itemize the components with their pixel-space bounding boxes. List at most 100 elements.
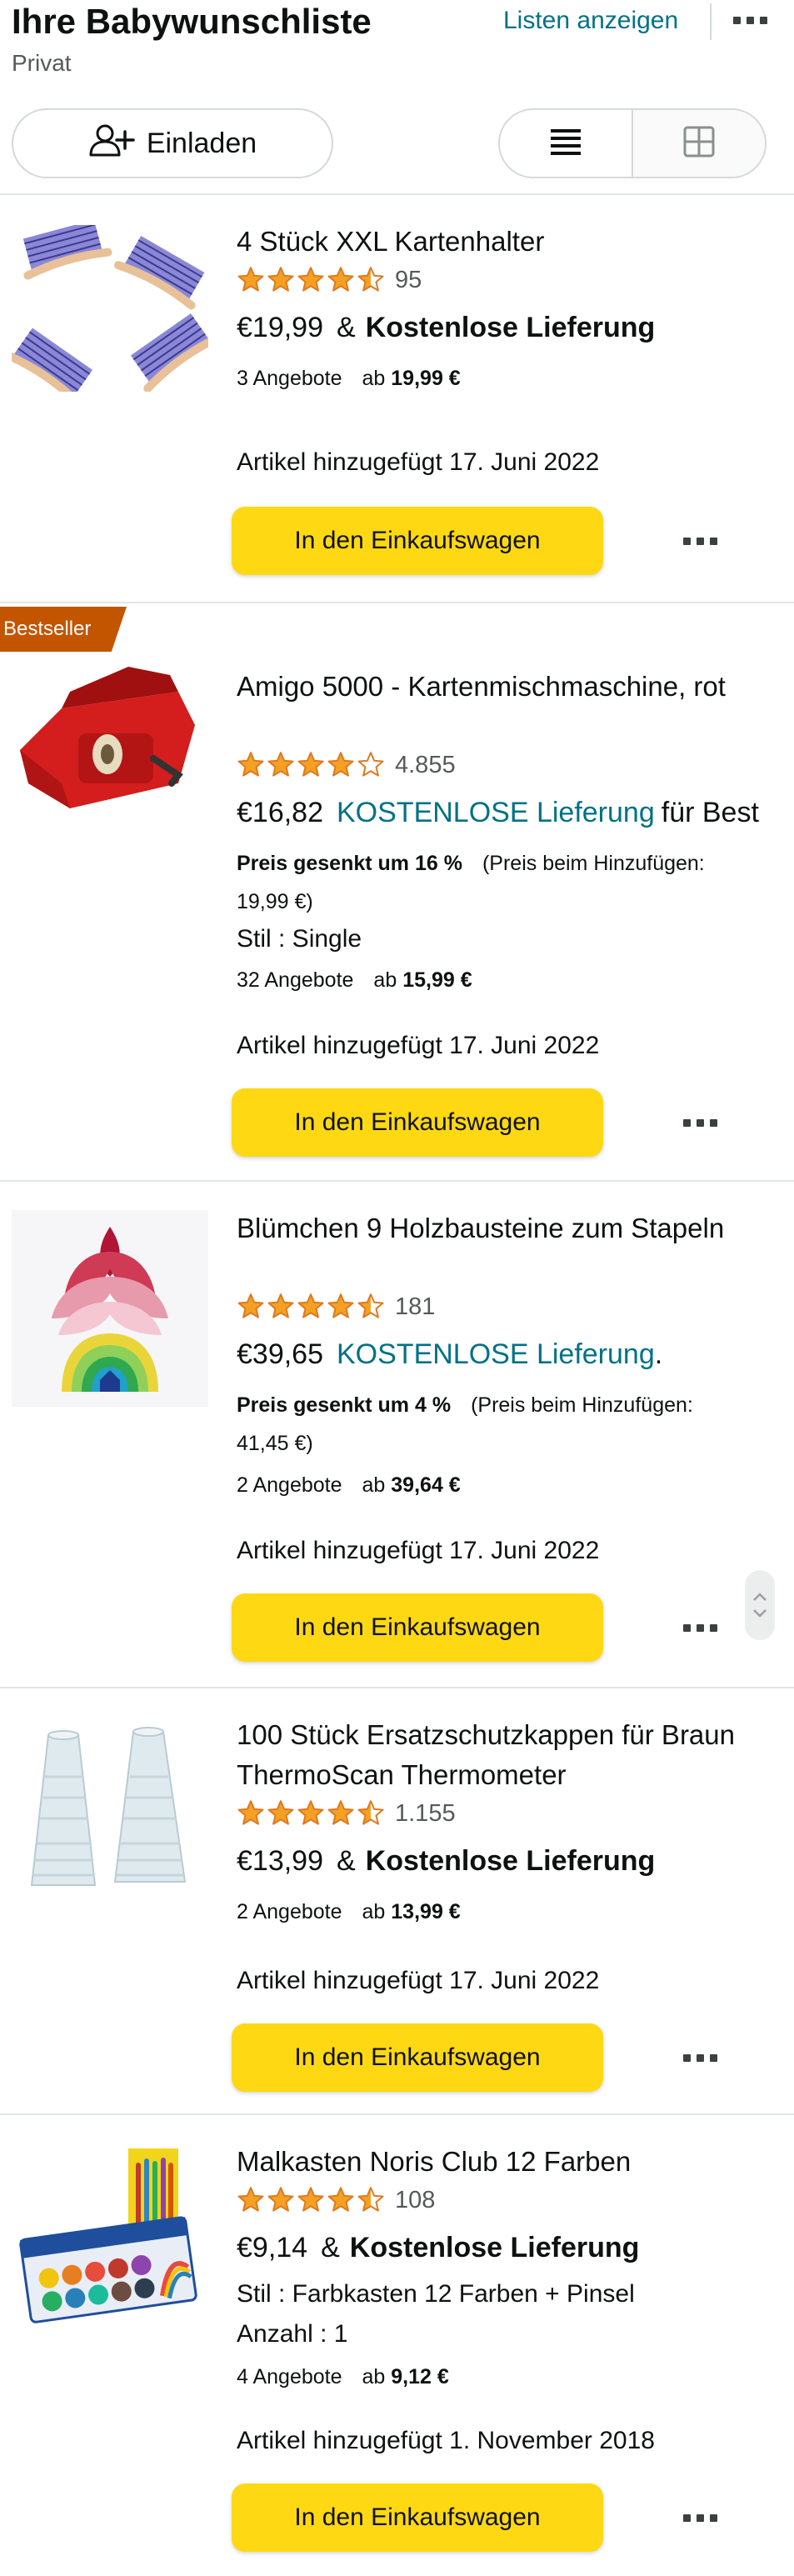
product-title-link[interactable]: Malkasten Noris Club 12 Farben: [237, 2142, 787, 2182]
product-title-link[interactable]: Blümchen 9 Holzbausteine zum Stapeln: [237, 1208, 787, 1248]
price-at-add: (Preis beim Hinzufügen:: [471, 1393, 693, 1417]
rating-count: 181: [395, 1293, 436, 1320]
price-line: €9,14 & Kostenlose Lieferung: [237, 2232, 639, 2264]
star-icon: [237, 2187, 264, 2212]
price-line: €39,65 KOSTENLOSE Lieferung.: [237, 1338, 662, 1371]
price-at-add: (Preis beim Hinzufügen:: [482, 852, 705, 875]
shipping-tail: .: [654, 1338, 663, 1370]
star-icon: [297, 1293, 324, 1318]
star-icon: [357, 1293, 384, 1318]
star-icon: [327, 2187, 354, 2212]
free-delivery-link[interactable]: KOSTENLOSE Lieferung: [337, 1338, 655, 1370]
product-image-wooden-blocks[interactable]: [12, 1210, 208, 1407]
invite-button[interactable]: Einladen: [12, 108, 333, 178]
invite-label: Einladen: [146, 127, 257, 159]
more-dots-icon[interactable]: [725, 3, 775, 37]
price-line: €13,99 & Kostenlose Lieferung: [237, 1845, 655, 1878]
shipping-prefix: &: [321, 2232, 340, 2263]
add-to-cart-button[interactable]: In den Einkaufswagen: [232, 1088, 603, 1157]
grid-view-button[interactable]: [632, 110, 765, 177]
star-icon: [267, 2187, 294, 2212]
product-title-link[interactable]: 100 Stück Ersatzschutzkappen für Braun T…: [237, 1715, 787, 1795]
more-dots-icon[interactable]: [675, 2501, 725, 2534]
add-to-cart-button[interactable]: In den Einkaufswagen: [232, 2483, 603, 2552]
more-dots-icon[interactable]: [675, 1611, 725, 1644]
shipping-prefix: &: [337, 312, 356, 343]
star-icon: [327, 752, 354, 777]
offers-line[interactable]: 4 Angebote ab 9,12 €: [237, 2365, 449, 2389]
product-image-card-holders[interactable]: [2, 219, 220, 406]
product-rating[interactable]: 4.855: [237, 748, 456, 782]
more-dots-icon[interactable]: [675, 1106, 725, 1139]
product-price: €16,82: [237, 797, 323, 828]
free-delivery-link[interactable]: KOSTENLOSE Lieferung: [337, 797, 655, 828]
offers-from-price: 19,99 €: [391, 367, 461, 390]
product-image-thermometer-caps[interactable]: [12, 1718, 208, 1915]
list-item: Malkasten Noris Club 12 Farben 108 €9,14…: [0, 2115, 794, 2576]
offers-from-price: 15,99 €: [402, 968, 472, 992]
product-rating[interactable]: 1.155: [237, 1797, 456, 1830]
add-to-cart-button[interactable]: In den Einkaufswagen: [232, 507, 603, 575]
offers-from-price: 13,99 €: [391, 1900, 461, 1923]
star-rating-icon: [237, 266, 385, 294]
offers-line[interactable]: 2 Angebote ab 13,99 €: [237, 1900, 461, 1924]
offers-from-price: 39,64 €: [391, 1473, 461, 1497]
offers-line[interactable]: 32 Angebote ab 15,99 €: [237, 968, 472, 993]
price-drop-line: Preis gesenkt um 4 % (Preis beim Hinzufüg…: [237, 1393, 693, 1418]
star-icon: [297, 267, 324, 292]
star-rating-icon: [237, 751, 385, 779]
product-rating[interactable]: 181: [237, 1290, 435, 1323]
list-item: 100 Stück Ersatzschutzkappen für Braun T…: [0, 1688, 794, 2113]
star-icon: [327, 267, 354, 292]
product-rating[interactable]: 95: [237, 263, 422, 297]
shipping-info: Kostenlose Lieferung: [349, 2232, 640, 2263]
star-icon: [237, 752, 264, 777]
offers-line[interactable]: 3 Angebote ab 19,99 €: [237, 367, 461, 391]
star-icon: [297, 752, 324, 777]
date-added: Artikel hinzugefügt 17. Juni 2022: [237, 1032, 600, 1059]
price-line: €19,99 & Kostenlose Lieferung: [237, 312, 655, 344]
page-title: Ihre Babywunschliste: [12, 2, 372, 41]
offers-count: 32 Angebote: [237, 968, 354, 992]
shipping-info: Kostenlose Lieferung: [365, 1845, 656, 1877]
star-icon: [267, 1800, 294, 1825]
product-rating[interactable]: 108: [237, 2183, 435, 2217]
chevron-up-icon: [753, 1593, 767, 1601]
more-dots-icon[interactable]: [675, 2041, 725, 2074]
rating-count: 4.855: [395, 751, 456, 778]
list-view-button[interactable]: [500, 110, 632, 177]
star-icon: [327, 1293, 354, 1318]
price-at-add-value: 41,45 €): [237, 1432, 313, 1455]
show-lists-link[interactable]: Listen anzeigen: [503, 7, 678, 35]
offers-count: 2 Angebote: [237, 1473, 342, 1497]
date-added: Artikel hinzugefügt 17. Juni 2022: [237, 1537, 600, 1564]
offers-count: 2 Angebote: [237, 1900, 342, 1923]
star-icon: [297, 2187, 324, 2212]
star-icon: [267, 1293, 294, 1318]
product-style: Stil : Single: [237, 925, 362, 953]
star-rating-icon: [237, 2186, 385, 2214]
add-to-cart-button[interactable]: In den Einkaufswagen: [232, 1593, 603, 1662]
product-price: €13,99: [237, 1845, 323, 1877]
star-icon: [357, 267, 384, 292]
scroll-handle[interactable]: [745, 1570, 775, 1640]
offers-from-prefix: ab: [362, 2365, 386, 2388]
more-dots-icon[interactable]: [675, 524, 725, 558]
star-icon: [267, 267, 294, 292]
product-image-paint-box[interactable]: [12, 2148, 208, 2348]
header-divider: [710, 3, 712, 40]
star-icon: [357, 2187, 384, 2212]
star-icon: [267, 752, 294, 777]
list-item: 4 Stück XXL Kartenhalter 95 €19,99 & Koste…: [0, 195, 794, 602]
date-added: Artikel hinzugefügt 1. November 2018: [237, 2427, 655, 2454]
add-to-cart-button[interactable]: In den Einkaufswagen: [232, 2023, 603, 2092]
offers-from-prefix: ab: [362, 1900, 386, 1923]
offers-count: 3 Angebote: [237, 367, 342, 390]
product-title-link[interactable]: Amigo 5000 - Kartenmischmaschine, rot: [237, 667, 787, 707]
view-mode-toggle: [498, 108, 767, 178]
star-rating-icon: [237, 1799, 385, 1828]
offers-line[interactable]: 2 Angebote ab 39,64 €: [237, 1473, 461, 1498]
product-image-card-shuffler[interactable]: [12, 658, 208, 858]
offers-from-price: 9,12 €: [391, 2365, 449, 2388]
product-title-link[interactable]: 4 Stück XXL Kartenhalter: [237, 222, 787, 262]
